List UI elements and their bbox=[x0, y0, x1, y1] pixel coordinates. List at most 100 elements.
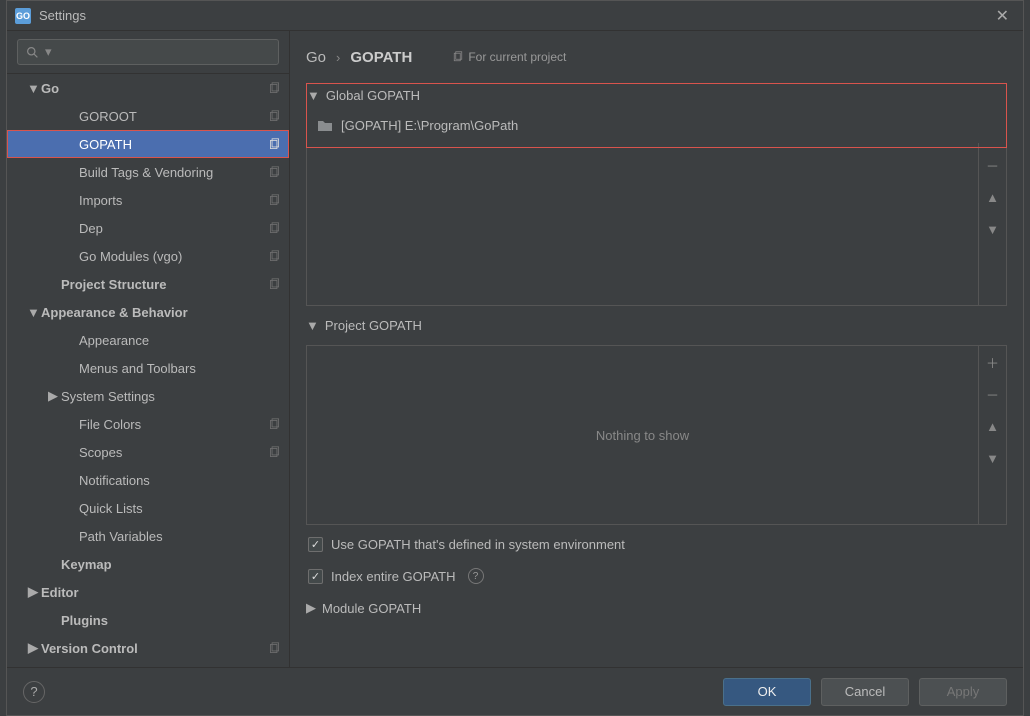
use-system-gopath-label: Use GOPATH that's defined in system envi… bbox=[331, 537, 625, 552]
copy-icon bbox=[268, 642, 281, 655]
search-dropdown-icon[interactable]: ▾ bbox=[45, 44, 52, 60]
move-down-button[interactable]: ▼ bbox=[979, 442, 1007, 474]
sidebar-item-plugins[interactable]: Plugins bbox=[7, 606, 289, 634]
sidebar-item-label: Notifications bbox=[79, 473, 281, 488]
project-gopath-empty: Nothing to show bbox=[307, 346, 978, 524]
window-title: Settings bbox=[39, 8, 990, 23]
sidebar-item-path-variables[interactable]: Path Variables bbox=[7, 522, 289, 550]
sidebar-item-build-tags-vendoring[interactable]: Build Tags & Vendoring bbox=[7, 158, 289, 186]
gopath-entry[interactable]: [GOPATH] E:\Program\GoPath bbox=[307, 111, 1006, 139]
breadcrumb-current: GOPATH bbox=[350, 49, 412, 66]
sidebar-item-version-control[interactable]: ▶Version Control bbox=[7, 634, 289, 662]
chevron-down-icon: ▼ bbox=[27, 81, 39, 96]
content: ▼ Global GOPATH [GOPATH] E:\Program\GoPa… bbox=[290, 71, 1023, 667]
main-panel: Go › GOPATH For current project ▼ Global… bbox=[290, 31, 1023, 667]
sidebar-item-label: File Colors bbox=[79, 417, 268, 432]
chevron-down-icon: ▼ bbox=[27, 305, 39, 320]
settings-tree[interactable]: ▼GoGOROOT GOPATH Build Tags & Vendoring Imp… bbox=[7, 73, 289, 667]
sidebar-item-label: Plugins bbox=[61, 613, 281, 628]
move-down-button[interactable]: ▼ bbox=[979, 213, 1007, 245]
move-up-button[interactable]: ▲ bbox=[979, 181, 1007, 213]
sidebar-item-label: Build Tags & Vendoring bbox=[79, 165, 268, 180]
sidebar-item-label: Dep bbox=[79, 221, 268, 236]
sidebar-item-label: Editor bbox=[41, 585, 281, 600]
use-system-gopath-checkbox[interactable]: ✓ Use GOPATH that's defined in system en… bbox=[306, 533, 1007, 556]
sidebar-item-label: GOPATH bbox=[79, 137, 268, 152]
sidebar-item-label: Version Control bbox=[41, 641, 268, 656]
project-gopath-header[interactable]: ▼ Project GOPATH bbox=[306, 314, 1007, 337]
help-button[interactable]: ? bbox=[23, 681, 45, 703]
sidebar-item-editor[interactable]: ▶Editor bbox=[7, 578, 289, 606]
sidebar-item-label: Menus and Toolbars bbox=[79, 361, 281, 376]
sidebar: ▾ ▼GoGOROOT GOPATH Build Tags & Vendoring I… bbox=[7, 31, 290, 667]
module-gopath-header[interactable]: ▶ Module GOPATH bbox=[306, 596, 1007, 620]
sidebar-item-gopath[interactable]: GOPATH bbox=[7, 130, 289, 158]
add-button[interactable]: ＋ bbox=[979, 346, 1007, 378]
copy-icon bbox=[452, 51, 464, 63]
global-gopath-frame: ▼ Global GOPATH [GOPATH] E:\Program\GoPa… bbox=[306, 83, 1007, 148]
copy-icon bbox=[268, 278, 281, 291]
copy-icon bbox=[268, 222, 281, 235]
sidebar-item-go[interactable]: ▼Go bbox=[7, 74, 289, 102]
sidebar-item-label: Go Modules (vgo) bbox=[79, 249, 268, 264]
gopath-entry-label: [GOPATH] E:\Program\GoPath bbox=[341, 118, 518, 133]
sidebar-item-label: Appearance bbox=[79, 333, 281, 348]
copy-icon bbox=[268, 166, 281, 179]
chevron-right-icon: ▶ bbox=[306, 600, 316, 616]
copy-icon bbox=[268, 194, 281, 207]
breadcrumb-root[interactable]: Go bbox=[306, 49, 326, 66]
sidebar-item-label: Keymap bbox=[61, 557, 281, 572]
chevron-right-icon: ▶ bbox=[27, 640, 39, 656]
remove-button[interactable]: － bbox=[979, 378, 1007, 410]
index-entire-gopath-checkbox[interactable]: ✓ Index entire GOPATH ? bbox=[306, 564, 1007, 588]
copy-icon bbox=[268, 110, 281, 123]
cancel-button[interactable]: Cancel bbox=[821, 678, 909, 706]
remove-button[interactable]: － bbox=[979, 149, 1007, 181]
chevron-down-icon: ▼ bbox=[306, 318, 319, 333]
sidebar-item-file-colors[interactable]: File Colors bbox=[7, 410, 289, 438]
sidebar-item-project-structure[interactable]: Project Structure bbox=[7, 270, 289, 298]
index-entire-gopath-label: Index entire GOPATH bbox=[331, 569, 456, 584]
sidebar-item-system-settings[interactable]: ▶System Settings bbox=[7, 382, 289, 410]
copy-icon bbox=[268, 250, 281, 263]
sidebar-item-notifications[interactable]: Notifications bbox=[7, 466, 289, 494]
sidebar-item-label: System Settings bbox=[61, 389, 281, 404]
sidebar-item-goroot[interactable]: GOROOT bbox=[7, 102, 289, 130]
sidebar-item-menus-and-toolbars[interactable]: Menus and Toolbars bbox=[7, 354, 289, 382]
ok-button[interactable]: OK bbox=[723, 678, 811, 706]
for-current-project: For current project bbox=[452, 50, 566, 64]
sidebar-item-dep[interactable]: Dep bbox=[7, 214, 289, 242]
apply-button[interactable]: Apply bbox=[919, 678, 1007, 706]
global-gopath-title: Global GOPATH bbox=[326, 88, 420, 103]
breadcrumb-sep: › bbox=[336, 50, 340, 65]
copy-icon bbox=[268, 418, 281, 431]
app-icon: GO bbox=[15, 8, 31, 24]
copy-icon bbox=[268, 138, 281, 151]
sidebar-item-keymap[interactable]: Keymap bbox=[7, 550, 289, 578]
sidebar-item-label: Scopes bbox=[79, 445, 268, 460]
chevron-right-icon: ▶ bbox=[27, 584, 39, 600]
folder-icon bbox=[317, 118, 333, 132]
checkbox-icon: ✓ bbox=[308, 537, 323, 552]
body: ▾ ▼GoGOROOTGOPATHBuild Tags & VendoringI… bbox=[7, 31, 1023, 667]
search-input[interactable]: ▾ bbox=[17, 39, 279, 65]
sidebar-item-appearance-behavior[interactable]: ▼Appearance & Behavior bbox=[7, 298, 289, 326]
chevron-right-icon: ▶ bbox=[47, 388, 59, 404]
global-gopath-header[interactable]: ▼ Global GOPATH bbox=[307, 84, 1006, 107]
sidebar-item-appearance[interactable]: Appearance bbox=[7, 326, 289, 354]
global-gopath-list[interactable]: [GOPATH] E:\Program\GoPath bbox=[307, 107, 1006, 143]
checkbox-icon: ✓ bbox=[308, 569, 323, 584]
sidebar-item-scopes[interactable]: Scopes bbox=[7, 438, 289, 466]
sidebar-item-label: Path Variables bbox=[79, 529, 281, 544]
titlebar: GO Settings ✕ bbox=[7, 1, 1023, 31]
move-up-button[interactable]: ▲ bbox=[979, 410, 1007, 442]
sidebar-item-quick-lists[interactable]: Quick Lists bbox=[7, 494, 289, 522]
sidebar-item-label: Quick Lists bbox=[79, 501, 281, 516]
help-icon[interactable]: ? bbox=[468, 568, 484, 584]
sidebar-item-imports[interactable]: Imports bbox=[7, 186, 289, 214]
project-list-toolbar: ＋ － ▲ ▼ bbox=[978, 346, 1006, 524]
search-icon bbox=[26, 46, 39, 59]
close-icon[interactable]: ✕ bbox=[990, 6, 1015, 26]
sidebar-item-go-modules-vgo-[interactable]: Go Modules (vgo) bbox=[7, 242, 289, 270]
project-gopath-list[interactable]: Nothing to show ＋ － ▲ ▼ bbox=[306, 345, 1007, 525]
